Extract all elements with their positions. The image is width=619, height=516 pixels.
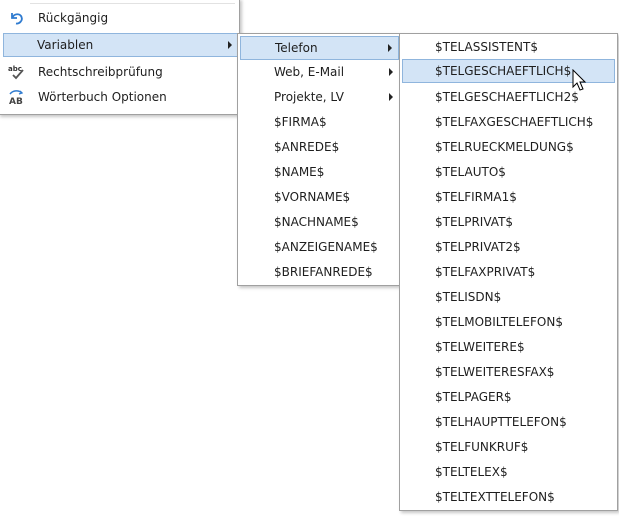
menu-item-label: $TELRUECKMELDUNG$ <box>435 140 574 154</box>
menu-item-anzeigename[interactable]: $ANZEIGENAME$ <box>240 235 399 259</box>
menu-item-teltelex[interactable]: $TELTELEX$ <box>402 460 615 484</box>
menu-item-label: $ANZEIGENAME$ <box>274 240 378 254</box>
menu-item-telefon[interactable]: Telefon <box>240 36 399 60</box>
menu-item-label: $TELMOBILTELEFON$ <box>435 315 563 329</box>
menu-item-projekte-lv[interactable]: Projekte, LV <box>240 85 399 109</box>
menu-item-label: $TELGESCHAEFTLICH2$ <box>435 90 579 104</box>
menu-item-label: $TELGESCHAEFTLICH$ <box>435 64 572 78</box>
menu-item-telhaupttelefon[interactable]: $TELHAUPTTELEFON$ <box>402 410 615 434</box>
menu-item-name[interactable]: $NAME$ <box>240 160 399 184</box>
svg-text:abc: abc <box>8 65 22 73</box>
submenu-arrow-icon <box>388 44 392 52</box>
menu-item-label: $TELFIRMA1$ <box>435 190 517 204</box>
menu-item-telprivat[interactable]: $TELPRIVAT$ <box>402 210 615 234</box>
variables-submenu: Telefon Web, E-Mail Projekte, LV $FIRMA$… <box>237 33 402 286</box>
menu-item-briefanrede[interactable]: $BRIEFANREDE$ <box>240 260 399 284</box>
menu-item-label: Wörterbuch Optionen <box>38 90 167 104</box>
menu-item-label: $TELPRIVAT$ <box>435 215 514 229</box>
menu-item-telweitere[interactable]: $TELWEITERE$ <box>402 335 615 359</box>
menu-item-web-email[interactable]: Web, E-Mail <box>240 60 399 84</box>
menu-item-vorname[interactable]: $VORNAME$ <box>240 185 399 209</box>
menu-item-label: $NAME$ <box>274 165 325 179</box>
menu-item-telfirma1[interactable]: $TELFIRMA1$ <box>402 185 615 209</box>
menu-item-label: $TELTELEX$ <box>435 465 508 479</box>
menu-item-telpager[interactable]: $TELPAGER$ <box>402 385 615 409</box>
menu-item-label: Rechtschreibprüfung <box>38 65 163 79</box>
submenu-arrow-icon <box>389 93 393 101</box>
menu-item-anrede[interactable]: $ANREDE$ <box>240 135 399 159</box>
menu-item-telrueckmeldung[interactable]: $TELRUECKMELDUNG$ <box>402 135 615 159</box>
menu-item-label: $TELISDN$ <box>435 290 502 304</box>
menu-item-label: $TELWEITERESFAX$ <box>435 365 555 379</box>
menu-item-label: $NACHNAME$ <box>274 215 359 229</box>
menu-item-telweiteresfax[interactable]: $TELWEITERESFAX$ <box>402 360 615 384</box>
submenu-arrow-icon <box>389 68 393 76</box>
menu-item-spellcheck[interactable]: abc Rechtschreibprüfung <box>0 60 237 84</box>
menu-item-dictionary-options[interactable]: AB Wörterbuch Optionen <box>0 85 237 109</box>
menu-item-label: $TELWEITERE$ <box>435 340 525 354</box>
menu-item-label: $TELPAGER$ <box>435 390 512 404</box>
menu-separator <box>30 3 235 4</box>
menu-item-telfaxgeschaeftlich[interactable]: $TELFAXGESCHAEFTLICH$ <box>402 110 615 134</box>
menu-item-telisdn[interactable]: $TELISDN$ <box>402 285 615 309</box>
svg-text:AB: AB <box>9 97 23 105</box>
menu-item-label: Projekte, LV <box>274 90 344 104</box>
dictionary-icon: AB <box>8 89 26 107</box>
menu-item-telfunkruf[interactable]: $TELFUNKRUF$ <box>402 435 615 459</box>
menu-item-label: Rückgängig <box>38 11 109 25</box>
menu-item-label: $TELTEXTTELEFON$ <box>435 490 555 504</box>
menu-item-variables[interactable]: Variablen <box>3 33 239 57</box>
undo-icon <box>8 10 26 26</box>
menu-item-label: $ANREDE$ <box>274 140 340 154</box>
menu-item-telfaxprivat[interactable]: $TELFAXPRIVAT$ <box>402 260 615 284</box>
menu-item-label: $VORNAME$ <box>274 190 351 204</box>
menu-item-nachname[interactable]: $NACHNAME$ <box>240 210 399 234</box>
menu-item-telprivat2[interactable]: $TELPRIVAT2$ <box>402 235 615 259</box>
menu-item-teltexttelefon[interactable]: $TELTEXTTELEFON$ <box>402 485 615 509</box>
menu-item-label: $TELASSISTENT$ <box>435 40 538 54</box>
spellcheck-icon: abc <box>8 64 26 80</box>
menu-item-label: $TELFAXGESCHAEFTLICH$ <box>435 115 594 129</box>
menu-item-firma[interactable]: $FIRMA$ <box>240 110 399 134</box>
menu-item-label: $TELAUTO$ <box>435 165 506 179</box>
menu-item-label: Telefon <box>275 41 318 55</box>
menu-item-label: $TELFAXPRIVAT$ <box>435 265 536 279</box>
menu-item-label: $TELPRIVAT2$ <box>435 240 521 254</box>
menu-item-undo[interactable]: Rückgängig <box>0 6 237 30</box>
submenu-arrow-icon <box>228 41 232 49</box>
menu-item-label: $FIRMA$ <box>274 115 327 129</box>
menu-item-label: Variablen <box>37 38 94 52</box>
menu-item-label: $TELFUNKRUF$ <box>435 440 529 454</box>
menu-item-label: Web, E-Mail <box>274 65 345 79</box>
context-menu: Rückgängig Variablen abc Rechtschreibprü… <box>0 0 240 115</box>
menu-item-telauto[interactable]: $TELAUTO$ <box>402 160 615 184</box>
menu-item-label: $TELHAUPTTELEFON$ <box>435 415 567 429</box>
menu-item-label: $BRIEFANREDE$ <box>274 265 373 279</box>
telefon-submenu: $TELASSISTENT$ $TELGESCHAEFTLICH$ $TELGE… <box>399 33 618 511</box>
menu-item-telmobiltelefon[interactable]: $TELMOBILTELEFON$ <box>402 310 615 334</box>
mouse-pointer-icon <box>572 68 588 93</box>
menu-item-telassistent[interactable]: $TELASSISTENT$ <box>402 35 615 59</box>
